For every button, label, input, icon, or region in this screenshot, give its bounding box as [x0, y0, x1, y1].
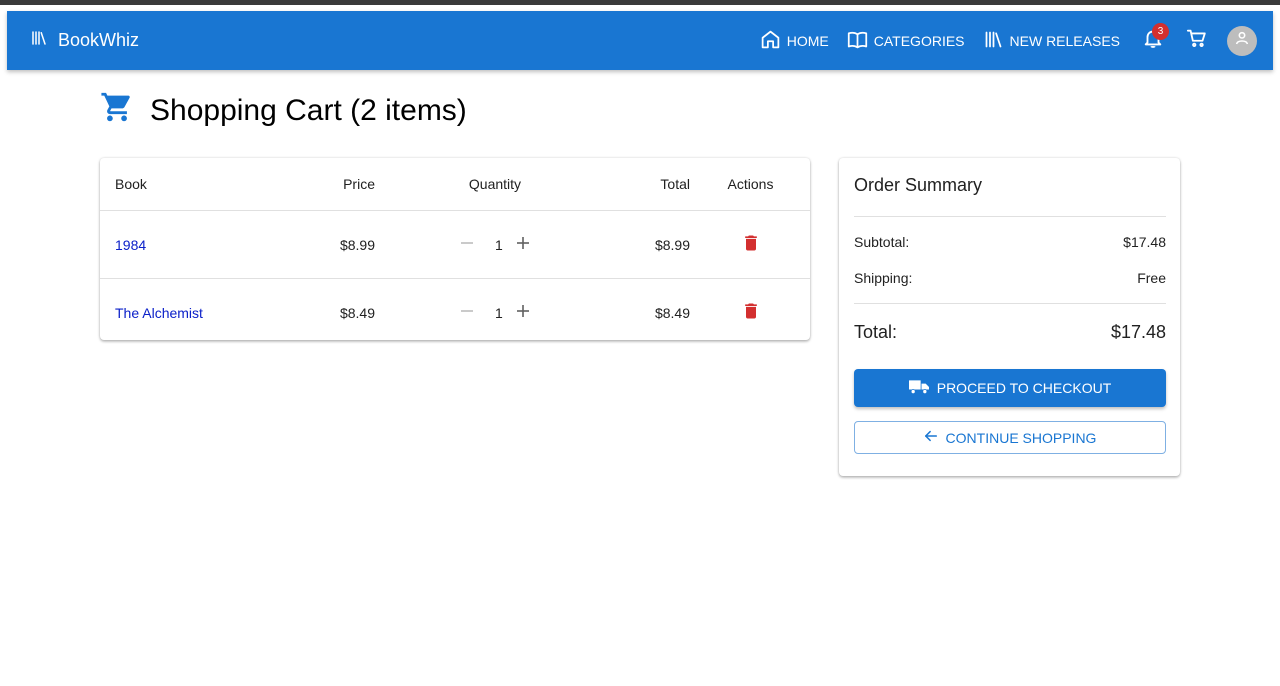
nav-home[interactable]: HOME — [751, 23, 838, 59]
table-row: 1984 $8.99 1 $8.99 — [100, 210, 810, 279]
summary-divider — [854, 303, 1166, 304]
subtotal-row: Subtotal: $17.48 — [854, 234, 1166, 250]
order-summary-title: Order Summary — [854, 175, 983, 195]
page-title-text: Shopping Cart (2 items) — [150, 94, 467, 127]
subtotal-value: $17.48 — [1123, 234, 1166, 250]
cart-button[interactable] — [1177, 21, 1217, 61]
minus-icon — [459, 303, 475, 322]
increase-quantity-button[interactable] — [505, 295, 541, 331]
proceed-to-checkout-button[interactable]: PROCEED TO CHECKOUT — [854, 369, 1166, 407]
truck-icon — [908, 379, 929, 398]
nav-home-label: HOME — [786, 32, 829, 49]
column-header-actions: Actions — [691, 158, 810, 211]
open-book-icon — [847, 29, 868, 53]
trash-icon — [741, 301, 761, 324]
table-row: The Alchemist $8.49 1 $8.49 — [100, 279, 810, 347]
order-summary-card: Order Summary Subtotal: $17.48 Shipping:… — [839, 158, 1180, 476]
notifications-button[interactable]: 3 — [1133, 21, 1173, 61]
item-price: $8.49 — [339, 304, 375, 321]
avatar[interactable] — [1227, 25, 1257, 56]
checkout-label: PROCEED TO CHECKOUT — [936, 380, 1112, 396]
cart-table: Book Price Quantity Total Actions 1984 $… — [100, 158, 810, 346]
library-icon — [983, 29, 1004, 53]
arrow-left-icon — [924, 429, 938, 446]
trash-icon — [741, 233, 761, 256]
nav-new-releases-label: NEW RELEASES — [1009, 32, 1120, 49]
summary-divider — [854, 216, 1166, 217]
window-top-strip — [0, 0, 1280, 5]
cart-icon — [1186, 27, 1208, 54]
minus-icon — [459, 235, 475, 254]
brand-name: BookWhiz — [58, 30, 140, 50]
plus-icon — [515, 303, 531, 322]
subtotal-label: Subtotal: — [854, 234, 910, 250]
column-header-price: Price — [296, 158, 376, 211]
item-total: $8.49 — [654, 304, 690, 321]
increase-quantity-button[interactable] — [505, 227, 541, 263]
item-total: $8.99 — [614, 210, 691, 279]
main-nav: HOME CATEGORIES NEW RELEASES 3 — [751, 11, 1257, 70]
page-title: Shopping Cart (2 items) — [100, 91, 467, 131]
table-header-row: Book Price Quantity Total Actions — [100, 158, 810, 211]
decrease-quantity-button[interactable] — [449, 295, 485, 331]
cart-table-card: Book Price Quantity Total Actions 1984 $… — [100, 158, 810, 340]
person-icon — [1234, 30, 1250, 51]
column-header-book: Book — [100, 158, 296, 211]
delete-item-button[interactable] — [741, 233, 761, 256]
delete-item-button[interactable] — [741, 301, 761, 324]
column-header-total: Total — [614, 158, 691, 211]
nav-categories-label: CATEGORIES — [873, 32, 965, 49]
quantity-stepper: 1 — [449, 227, 541, 263]
decrease-quantity-button[interactable] — [449, 227, 485, 263]
total-value: $17.48 — [1110, 322, 1166, 342]
book-title-link[interactable]: 1984 — [115, 237, 146, 253]
quantity-value: 1 — [495, 304, 503, 321]
total-label: Total: — [854, 322, 898, 342]
brand-logo[interactable]: BookWhiz — [30, 11, 139, 70]
library-icon — [30, 29, 48, 52]
continue-shopping-button[interactable]: CONTINUE SHOPPING — [854, 421, 1166, 454]
notification-badge: 3 — [1152, 22, 1169, 40]
book-title-link[interactable]: The Alchemist — [115, 305, 203, 321]
shipping-label: Shipping: — [854, 270, 913, 286]
cart-icon — [100, 90, 134, 132]
quantity-value: 1 — [495, 236, 503, 253]
shipping-value: Free — [1137, 270, 1166, 286]
home-icon — [760, 29, 781, 53]
continue-shopping-label: CONTINUE SHOPPING — [945, 429, 1097, 446]
total-row: Total: $17.48 — [854, 322, 1166, 343]
plus-icon — [515, 235, 531, 254]
column-header-quantity: Quantity — [376, 158, 614, 211]
shipping-row: Shipping: Free — [854, 270, 1166, 286]
item-price: $8.99 — [296, 210, 376, 279]
nav-new-releases[interactable]: NEW RELEASES — [974, 23, 1129, 59]
app-bar: BookWhiz HOME CATEGORIES NEW RELEASES 3 — [7, 11, 1273, 70]
nav-categories[interactable]: CATEGORIES — [838, 23, 974, 59]
quantity-stepper: 1 — [449, 295, 541, 331]
